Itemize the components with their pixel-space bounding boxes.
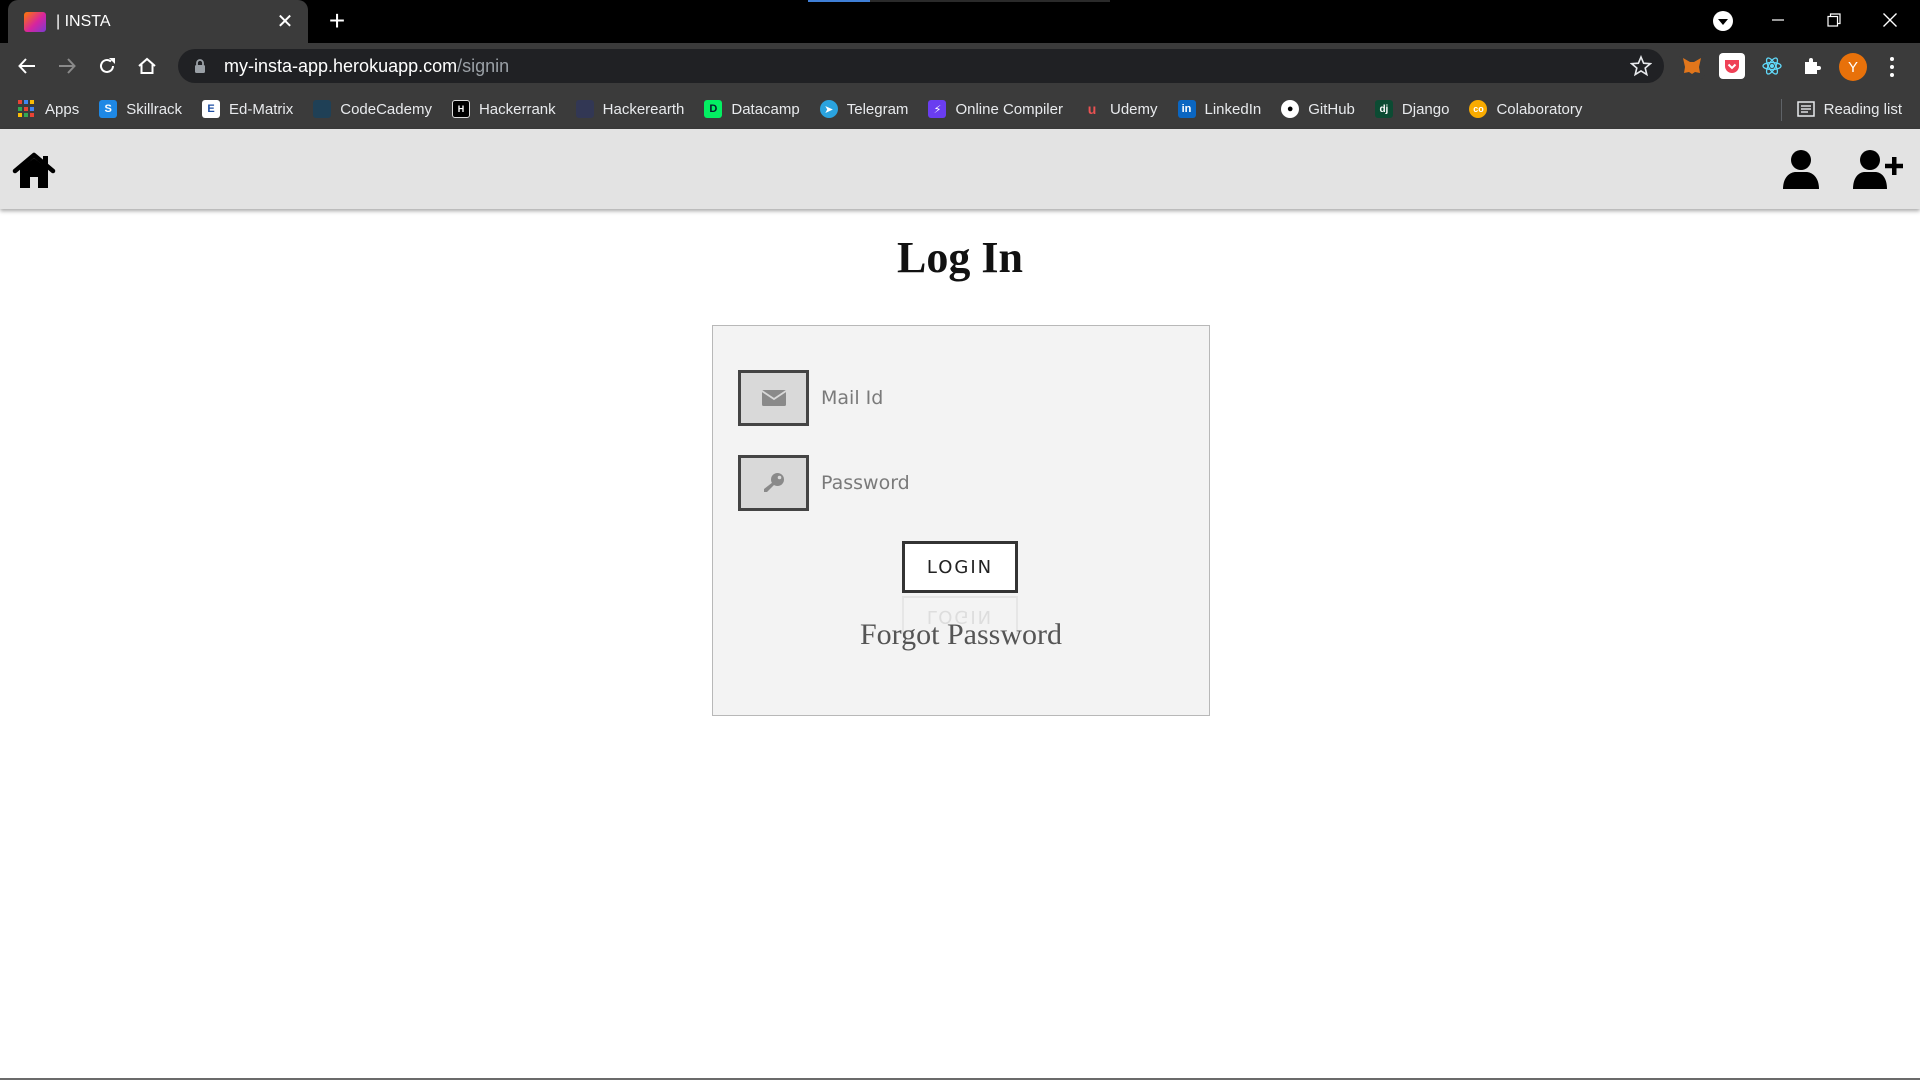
- linkedin-icon: in: [1177, 100, 1196, 118]
- bookmark-hackerearth[interactable]: Hackerearth: [575, 100, 685, 118]
- site-navbar: [0, 129, 1920, 209]
- email-input[interactable]: [821, 378, 1178, 418]
- apps-grid-icon: [18, 100, 36, 118]
- lock-icon[interactable]: [192, 58, 208, 74]
- bookmark-skillrack[interactable]: S Skillrack: [99, 100, 182, 118]
- bookmark-datacamp[interactable]: D Datacamp: [704, 100, 800, 118]
- new-tab-button[interactable]: +: [322, 6, 352, 36]
- codecademy-icon: [313, 100, 332, 118]
- password-input[interactable]: [821, 463, 1178, 503]
- login-card: LOGIN LOGIN Forgot Password: [712, 325, 1210, 716]
- bookmark-online-compiler[interactable]: ⚡ Online Compiler: [928, 100, 1063, 118]
- bookmark-label: Udemy: [1109, 100, 1158, 118]
- bookmark-label: Datacamp: [731, 100, 800, 118]
- user-icon[interactable]: [1782, 149, 1820, 191]
- metamask-extension-icon[interactable]: [1679, 53, 1705, 79]
- bookmark-label: Ed-Matrix: [229, 100, 294, 118]
- react-devtools-icon[interactable]: [1759, 53, 1785, 79]
- close-tab-icon[interactable]: ✕: [274, 11, 296, 33]
- bookmark-telegram[interactable]: ➤ Telegram: [819, 100, 909, 118]
- extensions-icon[interactable]: [1799, 53, 1825, 79]
- tab-search-icon[interactable]: [1713, 11, 1733, 31]
- url-host: my-insta-app.herokuapp.com: [224, 55, 458, 76]
- password-field-row: [738, 455, 1178, 511]
- page-title: Log In: [897, 233, 1023, 282]
- forgot-password-link[interactable]: Forgot Password: [713, 618, 1209, 652]
- login-button[interactable]: LOGIN: [902, 541, 1018, 593]
- home-icon[interactable]: [12, 151, 56, 191]
- reading-list-label: Reading list: [1823, 100, 1902, 118]
- bookmark-label: Skillrack: [126, 100, 183, 118]
- bookmark-linkedin[interactable]: in LinkedIn: [1177, 100, 1262, 118]
- bookmark-label: Hackerrank: [478, 100, 556, 118]
- bookmark-star-icon[interactable]: [1630, 55, 1652, 77]
- bookmark-codecademy[interactable]: CodeCademy: [313, 100, 432, 118]
- bookmark-django[interactable]: dj Django: [1374, 100, 1450, 118]
- address-bar[interactable]: my-insta-app.herokuapp.com/signin: [178, 49, 1664, 83]
- bookmark-label: Online Compiler: [955, 100, 1063, 118]
- reading-list-icon: [1796, 101, 1815, 117]
- browser-tab[interactable]: | INSTA ✕: [8, 0, 308, 43]
- compiler-icon: ⚡: [928, 100, 947, 118]
- back-arrow-icon[interactable]: [12, 51, 42, 81]
- bookmark-label: GitHub: [1308, 100, 1355, 118]
- bookmark-label: Django: [1401, 100, 1450, 118]
- tab-title: | INSTA: [56, 12, 111, 30]
- django-icon: dj: [1374, 100, 1393, 118]
- edmatrix-icon: E: [202, 100, 221, 118]
- url-path: /signin: [457, 55, 510, 76]
- minimize-window-button[interactable]: [1750, 0, 1806, 40]
- insta-favicon-icon: [24, 11, 46, 32]
- bookmarks-bar: Apps S Skillrack E Ed-Matrix CodeCademy …: [0, 89, 1920, 129]
- menu-icon[interactable]: [1882, 53, 1902, 81]
- bookmark-ed-matrix[interactable]: E Ed-Matrix: [202, 100, 293, 118]
- reload-icon[interactable]: [92, 51, 122, 81]
- browser-tab-strip: | INSTA ✕ +: [0, 0, 1920, 43]
- browser-toolbar: my-insta-app.herokuapp.com/signin Y: [0, 43, 1920, 89]
- github-icon: ●: [1281, 100, 1300, 118]
- bookmark-github[interactable]: ● GitHub: [1281, 100, 1355, 118]
- datacamp-icon: D: [704, 100, 723, 118]
- colab-icon: co: [1469, 100, 1488, 118]
- skillrack-icon: S: [99, 100, 118, 118]
- pocket-extension-icon[interactable]: [1719, 53, 1745, 79]
- bookmarks-separator: [1781, 99, 1782, 121]
- hackerrank-icon: H: [451, 100, 470, 118]
- bookmark-apps[interactable]: Apps: [18, 100, 79, 118]
- forward-arrow-icon[interactable]: [52, 51, 82, 81]
- reading-list-button[interactable]: Reading list: [1796, 89, 1902, 129]
- add-user-icon[interactable]: [1853, 149, 1903, 191]
- bookmark-label: Colaboratory: [1496, 100, 1583, 118]
- loading-indicator: [808, 0, 1110, 2]
- telegram-icon: ➤: [819, 100, 838, 118]
- home-icon[interactable]: [132, 51, 162, 81]
- email-field-row: [738, 370, 1178, 426]
- restore-window-button[interactable]: [1806, 0, 1862, 40]
- bookmark-label: Hackerearth: [602, 100, 685, 118]
- close-window-button[interactable]: [1862, 0, 1918, 40]
- bookmark-label: LinkedIn: [1204, 100, 1262, 118]
- key-icon: [738, 455, 809, 511]
- bookmark-label: CodeCademy: [340, 100, 432, 118]
- profile-avatar[interactable]: Y: [1839, 53, 1867, 81]
- bookmark-label: Apps: [45, 100, 80, 118]
- hackerearth-icon: [575, 100, 594, 118]
- bookmark-colaboratory[interactable]: co Colaboratory: [1469, 100, 1582, 118]
- udemy-icon: u: [1087, 101, 1097, 117]
- bookmark-label: Telegram: [846, 100, 909, 118]
- bookmark-udemy[interactable]: u Udemy: [1083, 100, 1158, 118]
- bookmark-hackerrank[interactable]: H Hackerrank: [451, 100, 556, 118]
- envelope-icon: [738, 370, 809, 426]
